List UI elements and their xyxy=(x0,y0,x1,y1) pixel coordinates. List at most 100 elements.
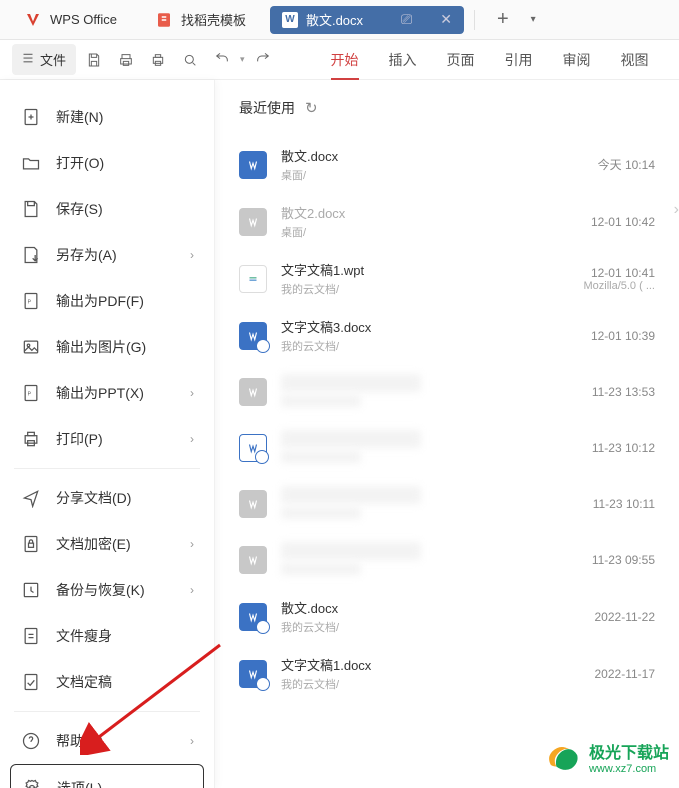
tab-ref[interactable]: 引用 xyxy=(505,50,533,70)
file-menu-button[interactable]: 文件 xyxy=(12,44,76,75)
device-icon[interactable]: ⎚ xyxy=(401,11,412,28)
menu-encrypt-label: 文档加密(E) xyxy=(56,534,131,554)
chevron-right-icon: › xyxy=(190,248,194,262)
file-menu-panel: 新建(N) 打开(O) 保存(S) 另存为(A) › P 输出为PDF(F) 输… xyxy=(0,80,215,788)
hamburger-icon xyxy=(22,52,34,67)
file-row[interactable]: 11-23 10:12 xyxy=(239,420,675,476)
save-file-icon xyxy=(20,198,42,220)
watermark-url: www.xz7.com xyxy=(589,763,669,775)
lock-icon xyxy=(20,533,42,555)
file-name: 散文2.docx xyxy=(281,203,571,222)
tab-dropdown-icon[interactable]: ▾ xyxy=(531,14,536,25)
chevron-right-icon: › xyxy=(190,386,194,400)
document-tab[interactable]: W 散文.docx ⎚ ✕ xyxy=(270,6,464,34)
menu-options[interactable]: 选项(L) xyxy=(10,764,204,788)
menu-new[interactable]: 新建(N) xyxy=(10,94,204,140)
save-icon[interactable] xyxy=(80,46,108,74)
print-icon[interactable] xyxy=(144,46,172,74)
menu-slim[interactable]: 文件瘦身 xyxy=(10,613,204,659)
doc-icon: W xyxy=(282,12,298,28)
file-row[interactable]: 文字文稿1.wpt我的云文档/12-01 10:41Mozilla/5.0 ( … xyxy=(239,250,675,307)
tab-review[interactable]: 审阅 xyxy=(563,50,591,70)
chevron-right-icon: › xyxy=(190,734,194,748)
menu-print[interactable]: 打印(P) › xyxy=(10,416,204,462)
menu-open[interactable]: 打开(O) xyxy=(10,140,204,186)
list-chevron-icon[interactable]: › xyxy=(674,201,679,219)
file-row[interactable]: 11-23 09:55 xyxy=(239,532,675,588)
menu-backup-label: 备份与恢复(K) xyxy=(56,580,145,600)
watermark-logo-icon xyxy=(543,738,581,776)
file-time: 11-23 10:12 xyxy=(585,441,675,455)
menu-saveas-label: 另存为(A) xyxy=(56,245,117,265)
menu-help[interactable]: 帮助(H) › xyxy=(10,718,204,764)
compress-icon xyxy=(20,625,42,647)
file-row[interactable]: 散文.docx 我的云文档/2022-11-22 xyxy=(239,588,675,645)
menu-print-label: 打印(P) xyxy=(56,429,103,449)
menu-new-label: 新建(N) xyxy=(56,107,103,127)
svg-text:P: P xyxy=(28,300,32,306)
menu-share-label: 分享文档(D) xyxy=(56,488,131,508)
undo-icon[interactable] xyxy=(208,46,236,74)
file-name: 散文.docx xyxy=(281,598,571,617)
file-time: 11-23 09:55 xyxy=(585,553,675,567)
gear-icon xyxy=(21,777,43,788)
undo-dropdown-icon[interactable]: ▾ xyxy=(240,54,245,65)
docer-icon xyxy=(155,11,173,29)
menu-share[interactable]: 分享文档(D) xyxy=(10,475,204,521)
open-icon xyxy=(20,152,42,174)
tab-insert[interactable]: 插入 xyxy=(389,50,417,70)
document-tab-label: 散文.docx xyxy=(306,10,363,29)
backup-icon xyxy=(20,579,42,601)
main-area: 新建(N) 打开(O) 保存(S) 另存为(A) › P 输出为PDF(F) 输… xyxy=(0,80,679,788)
menu-pdf[interactable]: P 输出为PDF(F) xyxy=(10,278,204,324)
file-time: 2022-11-22 xyxy=(585,610,675,624)
app-tab[interactable]: WPS Office xyxy=(10,0,131,39)
watermark: 极光下载站 www.xz7.com xyxy=(543,738,669,776)
refresh-icon[interactable]: ↻ xyxy=(305,99,318,117)
ribbon-tabs: 开始 插入 页面 引用 审阅 视图 xyxy=(331,50,649,70)
watermark-text: 极光下载站 xyxy=(589,739,669,763)
menu-help-label: 帮助(H) xyxy=(56,731,103,751)
divider xyxy=(14,711,200,712)
file-row[interactable]: 散文2.docx 桌面/12-01 10:42 xyxy=(239,193,675,250)
recent-header: 最近使用 ↻ xyxy=(239,98,675,118)
file-name: 文字文稿1.docx xyxy=(281,655,571,674)
chevron-right-icon: › xyxy=(190,583,194,597)
share-icon xyxy=(20,487,42,509)
chevron-right-icon: › xyxy=(190,432,194,446)
tab-page[interactable]: 页面 xyxy=(447,50,475,70)
menu-encrypt[interactable]: 文档加密(E) › xyxy=(10,521,204,567)
close-tab-icon[interactable]: ✕ xyxy=(440,11,452,28)
file-time: 12-01 10:42 xyxy=(585,215,675,229)
file-row[interactable]: 11-23 10:11 xyxy=(239,476,675,532)
saveas-icon xyxy=(20,244,42,266)
tab-bar: WPS Office 找稻壳模板 W 散文.docx ⎚ ✕ + ▾ xyxy=(0,0,679,40)
menu-img-label: 输出为图片(G) xyxy=(56,337,146,357)
help-icon xyxy=(20,730,42,752)
print-menu-icon xyxy=(20,428,42,450)
menu-img[interactable]: 输出为图片(G) xyxy=(10,324,204,370)
file-row[interactable]: 散文.docx桌面/今天 10:14 xyxy=(239,136,675,193)
menu-save[interactable]: 保存(S) xyxy=(10,186,204,232)
file-path: 我的云文档/ xyxy=(281,619,571,635)
template-tab[interactable]: 找稻壳模板 xyxy=(141,0,260,39)
file-row[interactable]: 文字文稿1.docx我的云文档/2022-11-17 xyxy=(239,645,675,702)
file-row[interactable]: 11-23 13:53 xyxy=(239,364,675,420)
menu-finalize[interactable]: 文档定稿 xyxy=(10,659,204,705)
tab-view[interactable]: 视图 xyxy=(621,50,649,70)
new-tab-button[interactable]: + xyxy=(485,8,521,31)
recent-header-label: 最近使用 xyxy=(239,98,295,118)
chevron-right-icon: › xyxy=(190,537,194,551)
template-tab-label: 找稻壳模板 xyxy=(181,10,246,29)
redo-icon[interactable] xyxy=(249,46,277,74)
menu-saveas[interactable]: 另存为(A) › xyxy=(10,232,204,278)
file-time: 11-23 10:11 xyxy=(585,497,675,511)
tab-start[interactable]: 开始 xyxy=(331,50,359,70)
file-row[interactable]: 文字文稿3.docx我的云文档/12-01 10:39 xyxy=(239,307,675,364)
menu-backup[interactable]: 备份与恢复(K) › xyxy=(10,567,204,613)
menu-ppt[interactable]: P 输出为PPT(X) › xyxy=(10,370,204,416)
print-preview-icon[interactable] xyxy=(112,46,140,74)
preview-icon[interactable] xyxy=(176,46,204,74)
file-path: 桌面/ xyxy=(281,224,571,240)
file-time: 2022-11-17 xyxy=(585,667,675,681)
